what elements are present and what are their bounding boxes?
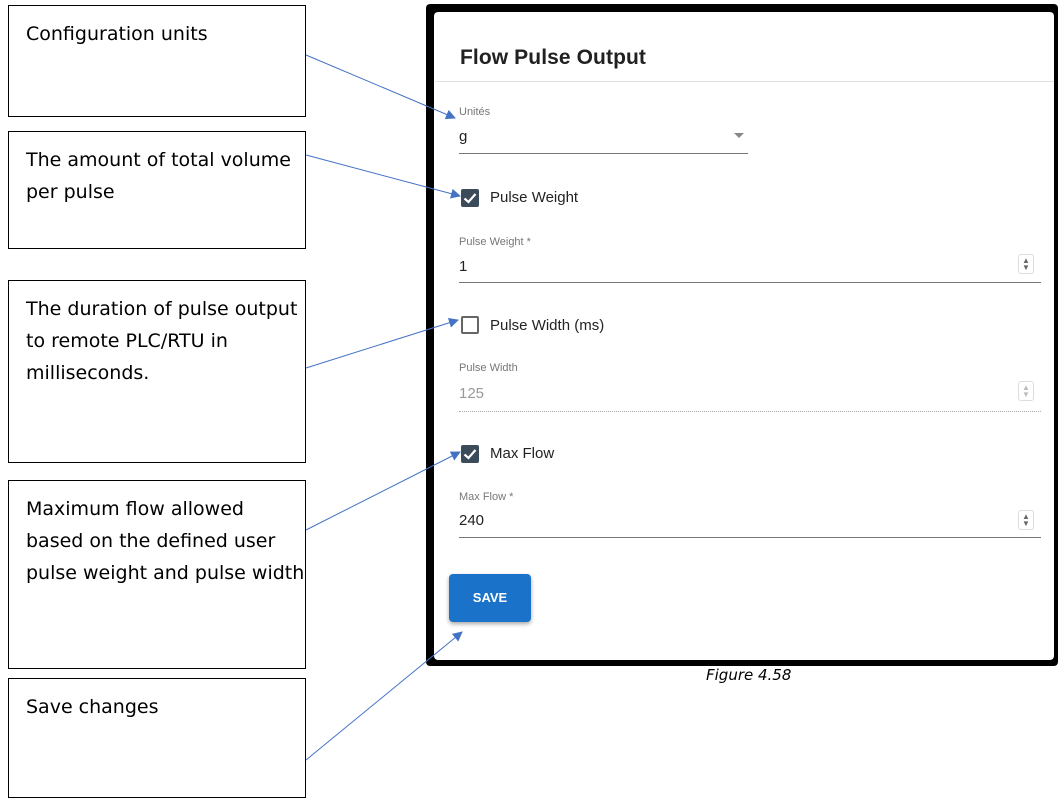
max-flow-underline <box>459 537 1041 538</box>
pulse-width-stepper[interactable]: ▲ ▼ <box>1018 381 1034 401</box>
pulse-width-checkbox-label: Pulse Width (ms) <box>490 317 605 334</box>
callout-pulse-weight: The amount of total volume per pulse <box>8 131 306 249</box>
pulse-weight-underline <box>459 282 1041 283</box>
pulse-width-field-label: Pulse Width <box>459 362 518 374</box>
units-select-value[interactable]: g <box>459 128 467 145</box>
checkmark-icon <box>463 193 477 204</box>
save-button[interactable]: SAVE <box>449 574 531 622</box>
max-flow-checkbox-label: Max Flow <box>490 445 555 462</box>
max-flow-stepper[interactable]: ▲ ▼ <box>1018 510 1034 530</box>
pulse-width-input[interactable]: 125 <box>459 385 484 402</box>
callout-pulse-width: The duration of pulse output to remote P… <box>8 280 306 463</box>
pulse-weight-checkbox-label: Pulse Weight <box>490 189 579 206</box>
max-flow-input[interactable]: 240 <box>459 512 484 529</box>
pulse-width-underline <box>459 411 1041 412</box>
chevron-down-icon[interactable] <box>734 133 744 138</box>
figure-caption: Figure 4.58 <box>706 666 792 684</box>
pulse-weight-field-label: Pulse Weight * <box>459 236 531 248</box>
max-flow-field-label: Max Flow * <box>459 491 514 503</box>
panel-title: Flow Pulse Output <box>460 46 647 69</box>
title-divider <box>435 81 1054 82</box>
flow-pulse-output-panel <box>434 12 1054 660</box>
units-label: Unités <box>459 106 491 118</box>
pulse-weight-stepper[interactable]: ▲ ▼ <box>1018 254 1034 274</box>
pulse-weight-checkbox[interactable] <box>461 189 479 207</box>
callout-units: Configuration units <box>8 5 306 117</box>
pulse-width-checkbox[interactable] <box>461 316 479 334</box>
checkmark-icon <box>463 449 477 460</box>
units-select-underline <box>459 153 748 154</box>
max-flow-checkbox[interactable] <box>461 445 479 463</box>
panel-frame <box>426 4 1058 666</box>
pulse-weight-input[interactable]: 1 <box>459 258 467 275</box>
callout-save: Save changes <box>8 678 306 798</box>
callout-max-flow: Maximum flow allowed based on the define… <box>8 480 306 669</box>
